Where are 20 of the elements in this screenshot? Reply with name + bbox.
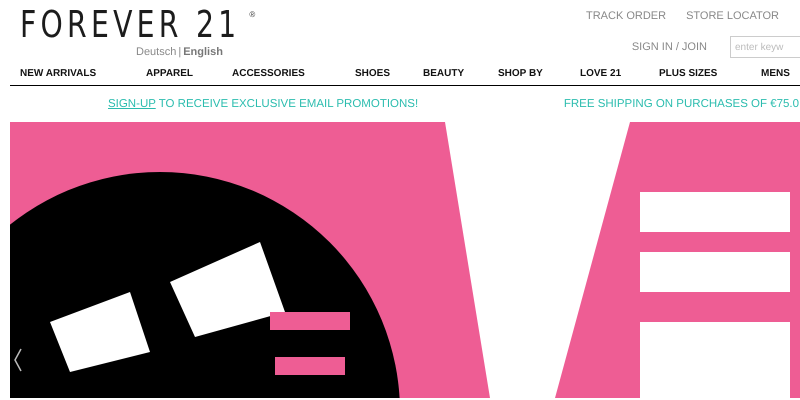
language-link[interactable]: Deutsch <box>136 46 176 58</box>
nav-item[interactable]: LOVE 21 <box>580 68 659 79</box>
search-field[interactable]: enter keyw <box>730 36 800 58</box>
nav-item[interactable]: SHOP BY <box>498 68 580 79</box>
shipping-text: FREE SHIPPING ON PURCHASES OF €75.0 <box>564 98 799 110</box>
header-link[interactable]: STORE LOCATOR <box>686 10 779 22</box>
nav-item[interactable]: ACCESSORIES <box>232 68 355 79</box>
header-link[interactable]: TRACK ORDER <box>586 10 666 22</box>
sign-in-link[interactable]: SIGN IN / JOIN <box>632 41 707 53</box>
nav-item[interactable]: PLUS SIZES <box>659 68 761 79</box>
registered-mark: ® <box>249 10 256 19</box>
nav-item[interactable]: MENS <box>761 68 797 79</box>
nav-item[interactable]: BEAUTY <box>423 68 498 79</box>
nav-item[interactable]: SHOES <box>355 68 423 79</box>
nav-item[interactable]: NEW ARRIVALS <box>20 68 146 79</box>
language-separator: | <box>178 46 182 58</box>
nav-item[interactable]: APPAREL <box>146 68 232 79</box>
promo-text: SIGN-UP TO RECEIVE EXCLUSIVE EMAIL PROMOTIONS! <box>108 98 418 110</box>
logo[interactable]: FOREVER 21 <box>20 6 240 44</box>
language-link[interactable]: English <box>183 46 223 58</box>
